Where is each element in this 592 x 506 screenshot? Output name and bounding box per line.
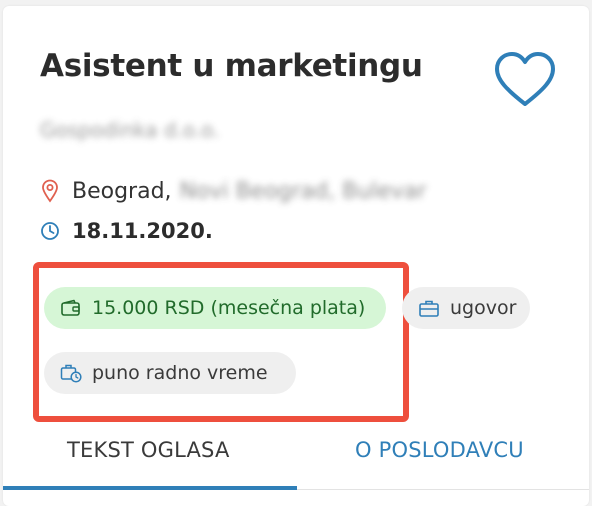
active-tab-indicator [3,486,297,490]
heart-icon[interactable] [491,50,559,110]
contract-label: ugovor [450,297,517,319]
tab-job-text[interactable]: TEKST OGLASA [67,438,230,462]
highlight-box [33,262,409,422]
salary-tag: 15.000 RSD (mesečna plata) [44,287,386,329]
date-row: 18.11.2020. [40,216,213,246]
clock-icon [41,222,59,240]
location-row: Beograd, Novi Beograd, Bulevar [40,176,426,206]
tab-bar: TEKST OGLASA O POSLODAVCU [3,424,589,490]
working-hours-label: puno radno vreme [92,362,268,384]
job-title: Asistent u marketingu [40,48,423,84]
contract-tag: ugovor [402,287,530,329]
briefcase-icon [419,300,439,317]
salary-label: 15.000 RSD (mesečna plata) [92,297,366,319]
location-city: Beograd, [72,178,172,204]
post-date: 18.11.2020. [72,219,213,243]
briefcase-clock-icon [60,364,82,383]
map-pin-icon [42,179,58,203]
company-name: Gospodinka d.o.o. [40,118,220,142]
tab-about-employer[interactable]: O POSLODAVCU [355,438,524,462]
location-address: Novi Beograd, Bulevar [179,178,427,204]
wallet-icon [61,299,80,316]
working-hours-tag: puno radno vreme [44,352,296,394]
